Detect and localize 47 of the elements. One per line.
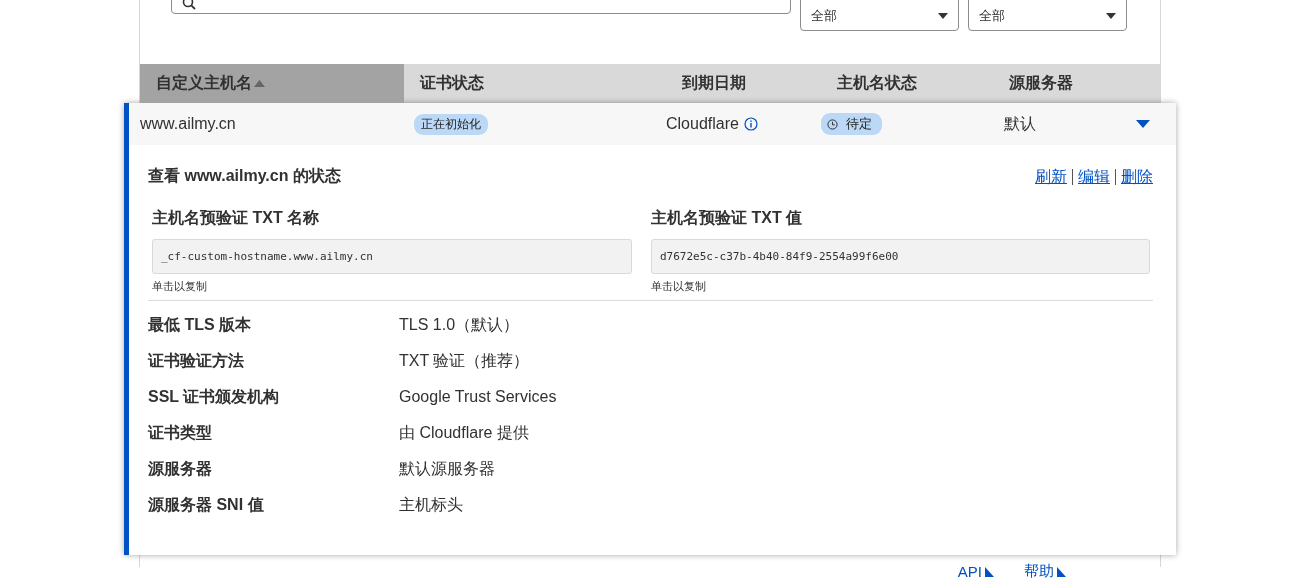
status-badge: 待定: [821, 113, 882, 135]
section-title: 查看 www.ailmy.cn 的状态: [148, 166, 341, 186]
search-icon: [182, 0, 196, 10]
column-header[interactable]: 源服务器: [993, 64, 1160, 103]
column-header[interactable]: 主机名状态: [821, 64, 993, 103]
clock-icon: [827, 118, 838, 130]
property-label: 证书类型: [148, 422, 213, 443]
expand-caret-icon[interactable]: [1136, 120, 1150, 128]
table-cell: Cloudflare: [666, 115, 739, 133]
dropdown-value: 全部: [811, 6, 837, 25]
property-value: 默认源服务器: [399, 458, 496, 479]
copy-field[interactable]: _cf-custom-hostname.www.ailmy.cn: [152, 239, 632, 274]
table-cell-text: www.ailmy.cn: [140, 114, 237, 134]
property-value: TLS 1.0（默认）: [399, 314, 521, 335]
caret-icon: [938, 12, 948, 19]
field-label: 主机名预验证 TXT 名称: [152, 208, 321, 228]
arrow-icon: [1057, 566, 1066, 577]
hint-text: 单击以复制: [152, 279, 208, 294]
footer-link[interactable]: 帮助: [1024, 562, 1066, 579]
property-value: Google Trust Services: [399, 388, 558, 406]
property-label: 源服务器 SNI 值: [148, 494, 265, 515]
property-label: 源服务器: [148, 458, 213, 479]
action-link[interactable]: 刷新: [1030, 168, 1072, 185]
dropdown-value: 全部: [979, 6, 1005, 25]
caret-icon: [1106, 12, 1116, 19]
column-header[interactable]: 自定义主机名: [140, 64, 404, 103]
property-value: TXT 验证（推荐）: [399, 350, 531, 371]
info-icon: [743, 117, 758, 131]
sort-icon: [254, 80, 265, 87]
table-cell-text: 默认: [1003, 113, 1037, 134]
action-link[interactable]: 删除: [1115, 168, 1153, 185]
arrow-icon: [985, 566, 994, 577]
copy-field[interactable]: d7672e5c-c37b-4b40-84f9-2554a99f6e00: [651, 239, 1150, 274]
status-badge: 正在初始化: [414, 113, 488, 135]
property-label: 最低 TLS 版本: [148, 314, 253, 335]
dropdown[interactable]: 全部: [968, 0, 1127, 31]
property-value: 由 Cloudflare 提供: [399, 422, 530, 443]
column-header[interactable]: 到期日期: [666, 64, 821, 103]
field-label: 主机名预验证 TXT 值: [651, 208, 804, 228]
hint-text: 单击以复制: [651, 279, 707, 294]
column-header[interactable]: 证书状态: [404, 64, 666, 103]
dropdown[interactable]: 全部: [800, 0, 959, 31]
footer-link[interactable]: API: [957, 562, 994, 579]
action-link[interactable]: 编辑: [1072, 168, 1115, 185]
property-label: SSL 证书颁发机构: [148, 386, 281, 407]
property-value: 主机标头: [399, 494, 464, 515]
property-label: 证书验证方法: [148, 350, 245, 371]
